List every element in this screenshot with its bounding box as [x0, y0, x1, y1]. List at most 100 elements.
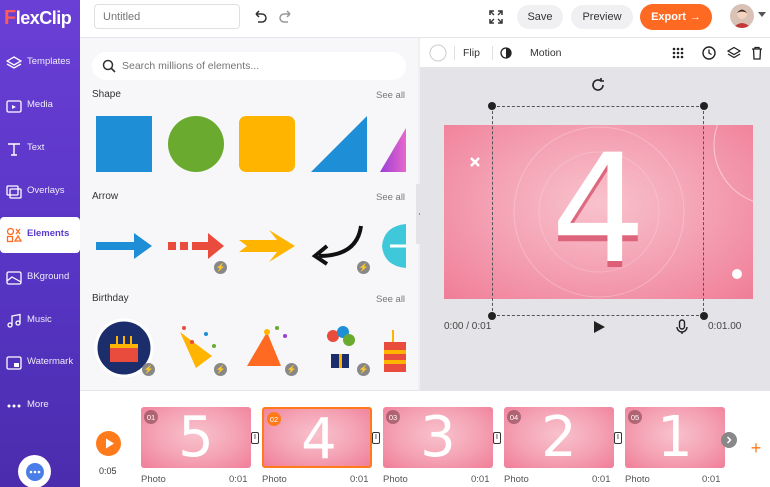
see-all-birthday-link[interactable]: See all — [376, 294, 405, 305]
see-all-shape-link[interactable]: See all — [376, 90, 405, 101]
transition-button[interactable]: I — [251, 432, 259, 444]
clip-duration: 0:01 — [471, 474, 490, 485]
add-scene-button[interactable]: + — [748, 439, 764, 457]
teal-arrow-element[interactable] — [380, 216, 406, 276]
redo-icon[interactable] — [278, 9, 294, 25]
motion-button[interactable]: Motion — [530, 47, 562, 59]
top-bar: Save Preview Export→ — [80, 0, 770, 38]
triangle-shape[interactable] — [309, 114, 369, 174]
timeline-play-button[interactable] — [96, 431, 121, 456]
grid-icon[interactable] — [672, 47, 684, 59]
layers-icon — [6, 56, 22, 69]
play-icon[interactable] — [592, 320, 606, 334]
sidebar-item-text[interactable]: Text — [0, 131, 80, 167]
blue-arrow-element[interactable] — [94, 216, 154, 276]
sidebar-item-music[interactable]: Music — [0, 303, 80, 339]
clip-number: 1 — [657, 407, 693, 468]
divider — [454, 46, 455, 60]
sidebar-item-media[interactable]: Media — [0, 88, 80, 124]
clip-label: Photo — [625, 474, 650, 485]
premium-badge-icon: ⚡ — [357, 363, 370, 376]
overlays-icon — [6, 185, 22, 199]
opacity-icon[interactable] — [500, 47, 512, 59]
sidebar-item-bkground[interactable]: BKground — [0, 260, 80, 296]
current-time: 0:00 / 0:01 — [444, 321, 492, 332]
premium-badge-icon: ⚡ — [285, 363, 298, 376]
premium-badge-icon: ⚡ — [357, 261, 370, 274]
text-icon — [8, 143, 20, 156]
sidebar-item-label: Overlays — [27, 185, 65, 196]
resize-handle[interactable] — [700, 312, 708, 320]
clip-number: 3 — [420, 407, 456, 468]
resize-handle[interactable] — [488, 102, 496, 110]
sidebar-item-overlays[interactable]: Overlays — [0, 174, 80, 210]
clock-icon[interactable] — [702, 46, 716, 60]
chat-icon — [25, 462, 44, 481]
flexclip-logo[interactable]: FlexClip — [4, 7, 72, 30]
save-button[interactable]: Save — [517, 5, 563, 29]
sidebar-item-label: Music — [27, 314, 52, 325]
resize-handle[interactable] — [488, 312, 496, 320]
sidebar: FlexClip Templates Media Text Overlays E… — [0, 0, 80, 487]
gradient-triangle-shape[interactable] — [380, 114, 406, 174]
project-title-input[interactable] — [94, 4, 240, 29]
microphone-icon[interactable] — [676, 319, 688, 335]
fullscreen-icon[interactable] — [488, 9, 504, 25]
clip-duration: 0:01 — [229, 474, 248, 485]
transition-button[interactable]: I — [614, 432, 622, 444]
sidebar-item-label: Watermark — [27, 356, 74, 367]
sidebar-item-watermark[interactable]: Watermark — [0, 345, 80, 381]
color-picker-icon[interactable] — [429, 44, 447, 62]
clip-duration: 0:01 — [592, 474, 611, 485]
trash-icon[interactable] — [751, 46, 763, 60]
undo-icon[interactable] — [252, 9, 268, 25]
chevron-down-icon[interactable] — [758, 12, 766, 17]
timeline-clip[interactable]: 04 2 — [504, 407, 614, 468]
arrow-right-icon: → — [689, 11, 701, 23]
timeline-clip[interactable]: 03 3 — [383, 407, 493, 468]
rounded-square-shape[interactable] — [237, 114, 297, 174]
avatar[interactable] — [730, 4, 754, 28]
preview-toolbar: Flip Motion — [420, 38, 770, 68]
clip-label: Photo — [141, 474, 166, 485]
premium-badge-icon: ⚡ — [214, 363, 227, 376]
clip-label: Photo — [383, 474, 408, 485]
timeline-total-time: 0:05 — [99, 466, 117, 476]
section-title-birthday: Birthday — [92, 293, 129, 304]
clip-number: 2 — [541, 407, 577, 468]
chevron-right-icon — [726, 436, 732, 444]
flip-button[interactable]: Flip — [463, 47, 480, 59]
search-bar[interactable] — [92, 52, 406, 80]
timeline-clip[interactable]: 05 1 — [625, 407, 725, 468]
preview-button[interactable]: Preview — [571, 5, 633, 29]
resize-handle[interactable] — [700, 102, 708, 110]
circle-shape[interactable] — [166, 114, 226, 174]
folder-icon — [6, 100, 22, 113]
sidebar-item-label: More — [27, 399, 49, 410]
sidebar-item-more[interactable]: More — [0, 388, 80, 424]
transition-button[interactable]: I — [493, 432, 501, 444]
sidebar-item-elements[interactable]: Elements — [0, 217, 80, 253]
striped-cake-element[interactable] — [380, 318, 406, 378]
premium-badge-icon: ⚡ — [142, 363, 155, 376]
timeline-clip[interactable]: 02 4 — [262, 407, 372, 468]
export-label: Export — [651, 11, 686, 23]
music-icon — [7, 313, 21, 328]
see-all-arrow-link[interactable]: See all — [376, 192, 405, 203]
layers-icon[interactable] — [727, 46, 741, 60]
section-title-shape: Shape — [92, 89, 121, 100]
yellow-arrow-element[interactable] — [237, 216, 297, 276]
transition-button[interactable]: I — [372, 432, 380, 444]
export-button[interactable]: Export → — [640, 4, 712, 30]
square-shape[interactable] — [94, 114, 154, 174]
selection-box[interactable] — [492, 106, 704, 316]
clip-number: 4 — [301, 407, 337, 468]
elements-icon — [6, 227, 22, 243]
search-input[interactable] — [122, 60, 392, 72]
timeline-scroll-right-button[interactable] — [721, 432, 737, 448]
timeline-clip[interactable]: 01 5 — [141, 407, 251, 468]
elements-panel: Shape See all Arrow See all ⚡ ⚡ Birthday… — [80, 38, 418, 390]
chat-support-button[interactable] — [18, 455, 51, 487]
rotate-icon[interactable] — [590, 77, 606, 93]
sidebar-item-templates[interactable]: Templates — [0, 45, 80, 81]
